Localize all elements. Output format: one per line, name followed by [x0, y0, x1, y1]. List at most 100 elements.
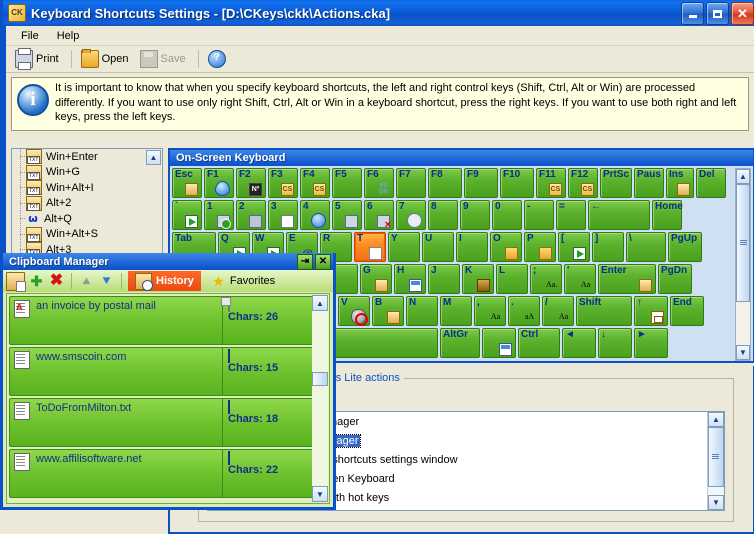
key-enter[interactable]: Enter — [598, 264, 656, 294]
tree-item[interactable]: ω Alt+Q — [12, 211, 162, 227]
clipboard-item[interactable]: www.affilisoftware.net Chars: 22 — [9, 449, 327, 498]
key--[interactable]: , Aa — [474, 296, 506, 326]
clipboard-items-list[interactable]: an invoice by postal mail Chars: 26 www.… — [6, 293, 330, 504]
key-6[interactable]: 6 — [364, 200, 394, 230]
close-button[interactable]: ✕ — [731, 2, 754, 25]
key--[interactable]: - — [524, 200, 554, 230]
key-h[interactable]: H — [394, 264, 426, 294]
tree-item[interactable]: Win+Alt+I — [12, 180, 162, 196]
action-scroll-thumb[interactable] — [708, 427, 724, 487]
key-f2[interactable]: F2 Nº — [236, 168, 266, 198]
clipboard-scrollbar[interactable]: ▲ ▼ — [312, 295, 328, 502]
key--[interactable]: ↑ — [634, 296, 668, 326]
menu-help[interactable]: Help — [48, 28, 89, 44]
key--[interactable]: ` — [172, 200, 202, 230]
key-f12[interactable]: F12 CS — [568, 168, 598, 198]
key-b[interactable]: B — [372, 296, 404, 326]
key-2[interactable]: 2 — [236, 200, 266, 230]
key--[interactable]: = — [556, 200, 586, 230]
key-g[interactable]: G — [360, 264, 392, 294]
key-4[interactable]: 4 — [300, 200, 330, 230]
tree-scroll-up-button[interactable]: ▲ — [146, 150, 161, 165]
key-j[interactable]: J — [428, 264, 460, 294]
key--[interactable]: ↓ — [598, 328, 632, 358]
keyboard-scrollbar[interactable]: ▲ ▼ — [735, 168, 751, 361]
action-scroll-down-button[interactable]: ▼ — [708, 495, 724, 510]
keyboard-scroll-down-button[interactable]: ▼ — [736, 345, 750, 360]
tree-item[interactable]: Win+Alt+S — [12, 226, 162, 242]
key-paus[interactable]: Paus — [634, 168, 664, 198]
tab-history[interactable]: History — [128, 271, 201, 291]
key--[interactable]: ◄ — [562, 328, 596, 358]
keyboard-scroll-up-button[interactable]: ▲ — [736, 169, 750, 184]
clipboard-item[interactable]: www.smscoin.com Chars: 15 — [9, 347, 327, 396]
key-end[interactable]: End — [670, 296, 704, 326]
key-f10[interactable]: F10 — [500, 168, 534, 198]
keyboard-scroll-thumb[interactable] — [736, 184, 750, 302]
key-shift[interactable]: Shift — [576, 296, 632, 326]
key-n[interactable]: N — [406, 296, 438, 326]
key--[interactable]: \ — [626, 232, 666, 262]
print-button[interactable]: Print — [12, 48, 65, 70]
key-f11[interactable]: F11 CS — [536, 168, 566, 198]
key--[interactable]: ← — [588, 200, 650, 230]
key-prtsc[interactable]: PrtSc — [600, 168, 632, 198]
key-pgup[interactable]: PgUp — [668, 232, 702, 262]
key-t[interactable]: T — [354, 232, 386, 262]
key-ctrl[interactable]: Ctrl — [518, 328, 560, 358]
key-esc[interactable]: Esc — [172, 168, 202, 198]
key-0[interactable]: 0 — [492, 200, 522, 230]
key-f9[interactable]: F9 — [464, 168, 498, 198]
action-list-scrollbar[interactable]: ▲ ▼ — [707, 412, 724, 510]
action-scroll-up-button[interactable]: ▲ — [708, 412, 724, 427]
key--[interactable]: / Aa — [542, 296, 574, 326]
key-u[interactable]: U — [422, 232, 454, 262]
key-f1[interactable]: F1 — [204, 168, 234, 198]
key-m[interactable]: M — [440, 296, 472, 326]
key-1[interactable]: 1 — [204, 200, 234, 230]
key-8[interactable]: 8 — [428, 200, 458, 230]
clipboard-scroll-down-button[interactable]: ▼ — [312, 486, 328, 502]
key-f4[interactable]: F4 CS — [300, 168, 330, 198]
key-y[interactable]: Y — [388, 232, 420, 262]
tree-item[interactable]: Win+Enter — [12, 149, 162, 165]
key-v[interactable]: V — [338, 296, 370, 326]
clipboard-close-button[interactable]: ✕ — [315, 254, 331, 270]
key-i[interactable]: I — [456, 232, 488, 262]
key--[interactable]: . aA — [508, 296, 540, 326]
tab-favorites[interactable]: ★ Favorites — [204, 271, 282, 291]
clipboard-paste-icon[interactable] — [6, 271, 26, 292]
move-down-icon[interactable]: ⯆ — [98, 273, 115, 290]
clipboard-item[interactable]: an invoice by postal mail Chars: 26 — [9, 296, 327, 345]
minimize-button[interactable] — [681, 2, 704, 25]
add-favorite-icon[interactable]: ✚ — [28, 273, 45, 290]
key-p[interactable]: P — [524, 232, 556, 262]
tree-item[interactable]: Win+G — [12, 164, 162, 180]
key-f8[interactable]: F8 — [428, 168, 462, 198]
key-del[interactable]: Del — [696, 168, 726, 198]
open-button[interactable]: Open — [78, 48, 135, 70]
clipboard-scroll-thumb[interactable] — [312, 372, 328, 386]
key-f3[interactable]: F3 CS — [268, 168, 298, 198]
key-9[interactable]: 9 — [460, 200, 490, 230]
pin-button[interactable]: ⇥ — [297, 254, 313, 270]
move-up-icon[interactable]: ⯅ — [78, 273, 95, 290]
help-button[interactable]: ? — [205, 48, 232, 70]
key-space[interactable] — [482, 328, 516, 358]
clipboard-scroll-up-button[interactable]: ▲ — [312, 295, 328, 311]
tree-item[interactable]: Alt+2 — [12, 195, 162, 211]
maximize-button[interactable] — [706, 2, 729, 25]
key--[interactable]: ] — [592, 232, 624, 262]
key--[interactable]: ; Aa. — [530, 264, 562, 294]
key--[interactable]: ' Aa — [564, 264, 596, 294]
delete-icon[interactable]: ✖ — [48, 272, 65, 290]
key-7[interactable]: 7 — [396, 200, 426, 230]
key-l[interactable]: L — [496, 264, 528, 294]
key-f5[interactable]: F5 — [332, 168, 362, 198]
key-f7[interactable]: F7 — [396, 168, 426, 198]
key-altgr[interactable]: AltGr — [440, 328, 480, 358]
key-5[interactable]: 5 — [332, 200, 362, 230]
key-pgdn[interactable]: PgDn — [658, 264, 692, 294]
key-3[interactable]: 3 — [268, 200, 298, 230]
key-home[interactable]: Home — [652, 200, 683, 230]
